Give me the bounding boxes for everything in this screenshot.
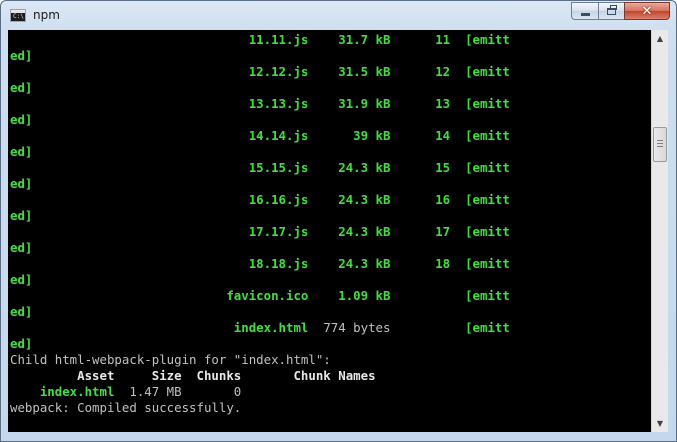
console-text: ed]	[10, 336, 33, 351]
console-text: [emitt	[465, 320, 510, 335]
console-text: index.html	[10, 384, 115, 399]
console-text: ed]	[10, 80, 33, 95]
console-text: [emitt	[465, 32, 510, 47]
caption-buttons: ✕	[571, 2, 670, 21]
console-line: ed]	[10, 336, 32, 352]
console-text: [emitt	[465, 160, 510, 175]
console-text: webpack: Compiled successfully.	[10, 400, 242, 415]
console-line: 15.15.js 24.3 kB 15 [emitt	[10, 160, 510, 176]
console-line: webpack: Compiled successfully.	[10, 400, 241, 416]
minimize-icon	[580, 12, 590, 16]
console-line: ed]	[10, 112, 32, 128]
console-text: ed]	[10, 304, 33, 319]
vertical-scrollbar[interactable]: ▲ ▼	[651, 30, 668, 432]
console-text: 774 bytes	[308, 320, 466, 335]
console-line: 16.16.js 24.3 kB 16 [emitt	[10, 192, 510, 208]
console-line: ed]	[10, 48, 32, 64]
console-text: [emitt	[465, 192, 510, 207]
console-text: [emitt	[465, 288, 510, 303]
console-text: 16.16.js 24.3 kB 16	[10, 192, 466, 207]
console-icon[interactable]: C:\	[10, 9, 26, 22]
maximize-icon	[607, 4, 617, 15]
minimize-button[interactable]	[571, 2, 598, 20]
console-text: ed]	[10, 240, 33, 255]
console-text: 13.13.js 31.9 kB 13	[10, 96, 466, 111]
console-text: 12.12.js 31.5 kB 12	[10, 64, 466, 79]
close-button[interactable]: ✕	[624, 2, 670, 20]
console-text: [emitt	[465, 64, 510, 79]
scroll-thumb[interactable]	[653, 127, 667, 162]
console-text: ed]	[10, 176, 33, 191]
console-text: 14.14.js 39 kB 14	[10, 128, 466, 143]
console-output[interactable]: 11.11.js 31.7 kB 11 [emitt ed] 12.12.js 3…	[8, 30, 651, 432]
console-text: [emitt	[465, 224, 510, 239]
console-line: 13.13.js 31.9 kB 13 [emitt	[10, 96, 510, 112]
console-line: 17.17.js 24.3 kB 17 [emitt	[10, 224, 510, 240]
console-line: ed]	[10, 272, 32, 288]
maximize-button[interactable]	[598, 2, 624, 20]
console-line: ed]	[10, 80, 32, 96]
console-line: 14.14.js 39 kB 14 [emitt	[10, 128, 510, 144]
console-text: ed]	[10, 48, 33, 63]
console-line: favicon.ico 1.09 kB [emitt	[10, 288, 510, 304]
console-text: 1.47 MB 0	[114, 384, 242, 399]
console-line: ed]	[10, 144, 32, 160]
console-text: 15.15.js 24.3 kB 15	[10, 160, 466, 175]
scroll-up-arrow-icon[interactable]: ▲	[652, 30, 668, 47]
console-line: 11.11.js 31.7 kB 11 [emitt	[10, 32, 510, 48]
console-line: index.html 1.47 MB 0	[10, 384, 241, 400]
console-text: favicon.ico 1.09 kB	[10, 288, 466, 303]
close-icon: ✕	[641, 3, 653, 19]
console-text: 17.17.js 24.3 kB 17	[10, 224, 466, 239]
console-text: ed]	[10, 144, 33, 159]
console-text: ed]	[10, 208, 33, 223]
console-text: [emitt	[465, 128, 510, 143]
console-text: 11.11.js 31.7 kB 11	[10, 32, 466, 47]
console-line: 18.18.js 24.3 kB 18 [emitt	[10, 256, 510, 272]
console-text: Asset Size Chunks Chunk Names	[10, 368, 376, 383]
console-text: Child html-webpack-plugin for "index.htm…	[10, 352, 331, 367]
console-line: Asset Size Chunks Chunk Names	[10, 368, 376, 384]
console-text: [emitt	[465, 256, 510, 271]
console-text: [emitt	[465, 96, 510, 111]
console-line: ed]	[10, 208, 32, 224]
console-text: ed]	[10, 112, 33, 127]
console-text: 18.18.js 24.3 kB 18	[10, 256, 466, 271]
window-title: npm	[33, 8, 60, 22]
console-line: ed]	[10, 304, 32, 320]
console-line: ed]	[10, 240, 32, 256]
console-line: ed]	[10, 176, 32, 192]
console-line: 12.12.js 31.5 kB 12 [emitt	[10, 64, 510, 80]
console-line: Child html-webpack-plugin for "index.htm…	[10, 352, 331, 368]
console-text: ed]	[10, 272, 33, 287]
title-bar[interactable]: C:\ npm ✕	[1, 1, 676, 31]
console-text: index.html	[10, 320, 309, 335]
console-line: index.html 774 bytes [emitt	[10, 320, 510, 336]
scroll-down-arrow-icon[interactable]: ▼	[652, 415, 668, 432]
